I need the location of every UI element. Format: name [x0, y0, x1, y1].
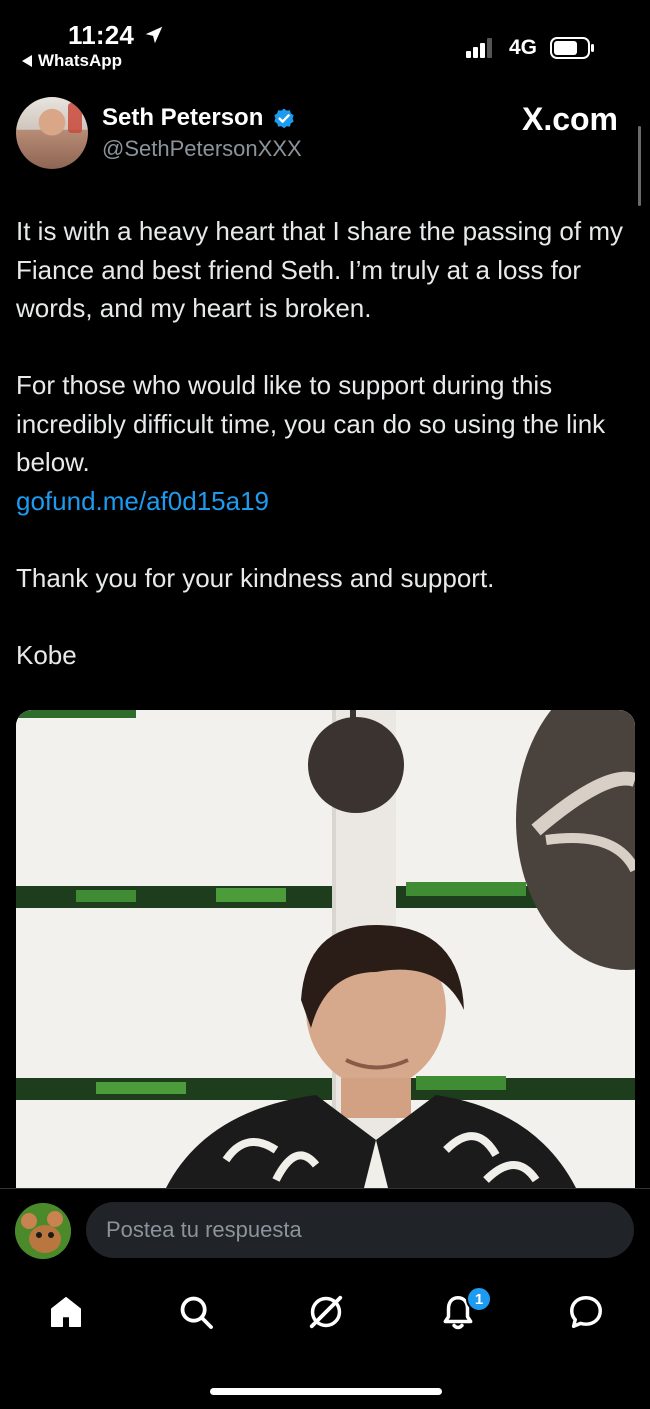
home-icon [51, 1297, 81, 1327]
back-to-app-button[interactable]: WhatsApp [22, 51, 122, 71]
user-avatar[interactable] [15, 1203, 71, 1259]
donation-link[interactable]: gofund.me/af0d15a19 [16, 482, 638, 521]
grok-icon [309, 1295, 343, 1329]
location-arrow-icon [145, 26, 163, 44]
message-bubble-icon [570, 1296, 602, 1328]
home-indicator[interactable] [210, 1388, 442, 1395]
tab-messages[interactable] [564, 1290, 608, 1334]
battery-icon [550, 37, 594, 59]
tweet-photo[interactable] [16, 710, 635, 1188]
scroll-indicator [638, 126, 641, 206]
tweet-paragraph: For those who would like to support duri… [16, 370, 606, 477]
back-chevron-icon [22, 55, 32, 67]
author-handle[interactable]: @SethPetersonXXX [102, 136, 302, 162]
tab-grok[interactable] [304, 1290, 348, 1334]
author-avatar[interactable] [16, 97, 88, 169]
site-label: X.com [521, 101, 618, 137]
network-type: 4G [509, 36, 538, 59]
tweet-text: It is with a heavy heart that I share th… [16, 212, 638, 674]
status-time: 11:24 [68, 20, 135, 50]
tab-home[interactable] [44, 1290, 88, 1334]
tweet-signature: Kobe [16, 639, 77, 670]
verified-badge-icon [274, 108, 294, 129]
avatar-detail [68, 103, 82, 133]
tweet-thanks: Thank you for your kindness and support. [16, 562, 495, 593]
search-icon [180, 1296, 213, 1329]
notification-badge: 1 [466, 1286, 492, 1312]
reply-input[interactable] [86, 1202, 634, 1258]
back-app-label: WhatsApp [38, 51, 123, 70]
signal-bars-icon [466, 38, 492, 58]
tab-search[interactable] [174, 1290, 218, 1334]
tweet-paragraph: It is with a heavy heart that I share th… [16, 216, 623, 323]
author-display-name[interactable]: Seth Peterson [102, 104, 263, 132]
